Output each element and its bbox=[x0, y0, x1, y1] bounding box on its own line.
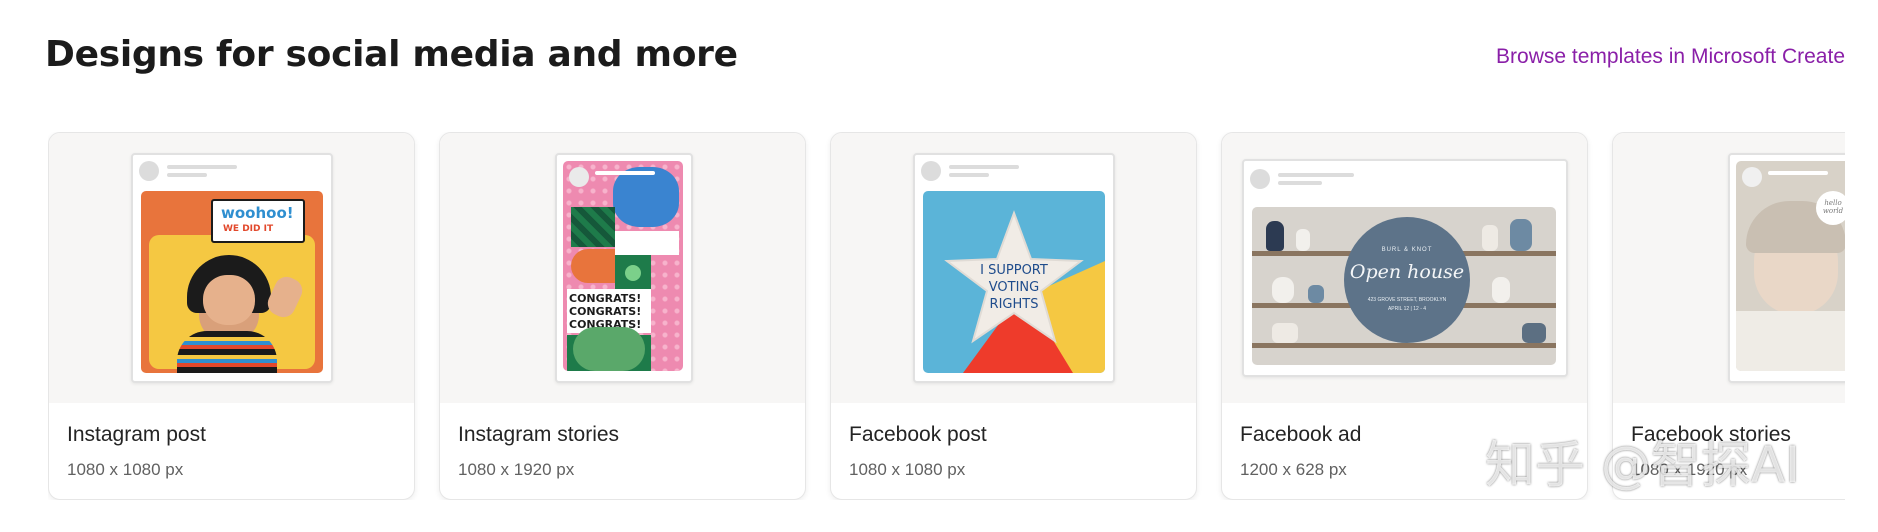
hello-world-badge: hello world bbox=[1816, 191, 1845, 225]
card-title: Instagram stories bbox=[458, 423, 620, 446]
story-image: hello world bbox=[1736, 161, 1845, 371]
story-image: CONGRATS! CONGRATS! CONGRATS! bbox=[563, 161, 683, 371]
template-card-instagram-stories[interactable]: CONGRATS! CONGRATS! CONGRATS! Instagram … bbox=[439, 132, 806, 500]
card-dimensions: 1080 x 1080 px bbox=[849, 460, 966, 479]
story-mockup: CONGRATS! CONGRATS! CONGRATS! bbox=[555, 153, 693, 383]
card-preview: I SUPPORT VOTING RIGHTS bbox=[831, 133, 1196, 403]
post-image: woohoo! WE DID IT bbox=[141, 191, 323, 373]
card-preview: BURL & KNOT Open house 423 GROVE STREET,… bbox=[1222, 133, 1587, 403]
card-preview: hello world bbox=[1613, 133, 1845, 403]
ad-mockup: BURL & KNOT Open house 423 GROVE STREET,… bbox=[1242, 159, 1568, 377]
browse-templates-link[interactable]: Browse templates in Microsoft Create bbox=[1496, 45, 1845, 69]
post-mockup: woohoo! WE DID IT bbox=[131, 153, 333, 383]
avatar-icon bbox=[921, 161, 941, 181]
open-house-badge: BURL & KNOT Open house 423 GROVE STREET,… bbox=[1344, 217, 1470, 343]
card-dimensions: 1200 x 628 px bbox=[1240, 460, 1347, 479]
speech-bubble: woohoo! WE DID IT bbox=[211, 199, 305, 243]
card-dimensions: 1080 x 1080 px bbox=[67, 460, 184, 479]
card-preview: CONGRATS! CONGRATS! CONGRATS! bbox=[440, 133, 805, 403]
card-title: Facebook ad bbox=[1240, 423, 1362, 446]
template-card-instagram-post[interactable]: woohoo! WE DID IT Instagram post 1080 x … bbox=[48, 132, 415, 500]
section-header: Designs for social media and more Browse… bbox=[0, 0, 1878, 110]
avatar-icon bbox=[1250, 169, 1270, 189]
card-title: Facebook post bbox=[849, 423, 987, 446]
card-preview: woohoo! WE DID IT bbox=[49, 133, 414, 403]
avatar-icon bbox=[569, 167, 589, 187]
avatar-icon bbox=[139, 161, 159, 181]
template-card-facebook-post[interactable]: I SUPPORT VOTING RIGHTS Facebook post 10… bbox=[830, 132, 1197, 500]
card-dimensions: 1080 x 1920 px bbox=[458, 460, 575, 479]
section-title: Designs for social media and more bbox=[45, 34, 738, 75]
ad-image: BURL & KNOT Open house 423 GROVE STREET,… bbox=[1252, 207, 1556, 365]
card-title: Instagram post bbox=[67, 423, 206, 446]
story-mockup: hello world bbox=[1728, 153, 1845, 383]
watermark: 知乎 @智探AI bbox=[1485, 436, 1800, 494]
post-image: I SUPPORT VOTING RIGHTS bbox=[923, 191, 1105, 373]
avatar-icon bbox=[1742, 167, 1762, 187]
post-mockup: I SUPPORT VOTING RIGHTS bbox=[913, 153, 1115, 383]
